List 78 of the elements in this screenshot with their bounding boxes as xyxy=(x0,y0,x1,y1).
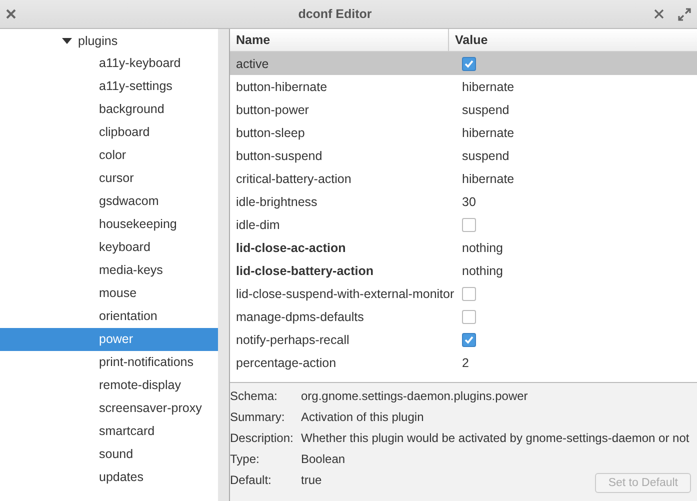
key-name: notify-perhaps-recall xyxy=(235,332,350,346)
key-name: lid-close-ac-action xyxy=(235,240,347,254)
key-value: suspend xyxy=(461,148,510,162)
table-row[interactable]: button-suspend suspend xyxy=(230,144,697,167)
column-header[interactable]: Name xyxy=(230,29,449,51)
key-name: manage-dpms-defaults xyxy=(235,310,365,324)
checkbox[interactable] xyxy=(462,332,476,346)
key-value: hibernate xyxy=(461,126,514,140)
table-row[interactable]: active xyxy=(230,52,697,75)
tree-item[interactable]: a11y-keyboard xyxy=(0,52,218,75)
detail-label: Summary: xyxy=(230,410,286,424)
tree-item[interactable]: plugins xyxy=(78,34,118,48)
tree-item[interactable]: orientation xyxy=(0,305,218,328)
tree-item[interactable]: smartcard xyxy=(0,420,218,443)
detail-value: Whether this plugin would be activated by gnome-settings-daemon or not xyxy=(301,430,690,444)
close-icon[interactable] xyxy=(654,9,664,19)
tree-item[interactable]: media-keys xyxy=(0,259,218,282)
key-name: lid-close-suspend-with-external-monitor xyxy=(235,286,456,300)
tree-item[interactable]: a11y-settings xyxy=(0,75,218,98)
tree-item[interactable]: gsdwacom xyxy=(0,190,218,213)
tree-item[interactable]: clipboard xyxy=(0,121,218,144)
table-row[interactable]: idle-brightness 30 xyxy=(230,190,697,213)
key-value: nothing xyxy=(461,240,504,254)
tree-item[interactable]: screensaver-proxy xyxy=(0,397,218,420)
key-name: button-sleep xyxy=(235,126,306,140)
detail-label: Schema: xyxy=(230,388,278,402)
detail-value: Boolean xyxy=(301,452,346,466)
key-value: suspend xyxy=(461,102,510,116)
tree-item[interactable]: remote-display xyxy=(0,374,218,397)
tree-item[interactable]: mouse xyxy=(0,282,218,305)
checkbox[interactable] xyxy=(462,56,476,70)
table-row[interactable]: manage-dpms-defaults xyxy=(230,305,697,328)
key-name: button-hibernate xyxy=(235,80,328,94)
tree-item[interactable]: sound xyxy=(0,443,218,466)
key-name: idle-brightness xyxy=(235,194,318,208)
key-name: active xyxy=(235,56,270,70)
tree-item[interactable]: housekeeping xyxy=(0,213,218,236)
maximize-icon[interactable] xyxy=(678,8,691,20)
detail-label: Type: xyxy=(230,452,260,466)
tree-item[interactable]: keyboard xyxy=(0,236,218,259)
detail-value: true xyxy=(301,472,322,486)
table-row[interactable]: notify-perhaps-recall xyxy=(230,328,697,351)
key-value: hibernate xyxy=(461,80,514,94)
checkbox[interactable] xyxy=(462,310,476,324)
key-name: button-power xyxy=(235,102,310,116)
detail-value: org.gnome.settings-daemon.plugins.power xyxy=(301,388,528,402)
close-icon[interactable] xyxy=(6,9,16,19)
tree-item[interactable]: cursor xyxy=(0,167,218,190)
tree-item[interactable]: print-notifications xyxy=(0,351,218,374)
key-name: idle-dim xyxy=(235,218,281,232)
checkbox[interactable] xyxy=(462,286,476,300)
table-row[interactable]: lid-close-suspend-with-external-monitor xyxy=(230,282,697,305)
key-name: critical-battery-action xyxy=(235,172,352,186)
key-name: percentage-action xyxy=(235,356,338,370)
key-name: lid-close-battery-action xyxy=(235,264,375,278)
detail-label: Default: xyxy=(230,472,272,486)
key-value: hibernate xyxy=(461,172,514,186)
key-value: nothing xyxy=(461,264,504,278)
key-value: 30 xyxy=(461,194,476,208)
detail-value: Activation of this plugin xyxy=(301,410,424,424)
table-row[interactable]: critical-battery-action hibernate xyxy=(230,167,697,190)
key-value: 2 xyxy=(461,356,469,370)
table-row[interactable]: lid-close-battery-action nothing xyxy=(230,259,697,282)
tree-item[interactable]: updates xyxy=(0,466,218,489)
tree-item[interactable]: background xyxy=(0,98,218,121)
table-row[interactable]: idle-dim xyxy=(230,213,697,236)
table-row[interactable]: button-hibernate hibernate xyxy=(230,75,697,98)
table-row[interactable]: button-sleep hibernate xyxy=(230,121,697,144)
tree-item[interactable]: color xyxy=(0,144,218,167)
window-title: dconf Editor xyxy=(297,7,373,21)
detail-label: Description: xyxy=(230,430,294,444)
table-row[interactable]: button-power suspend xyxy=(230,98,697,121)
checkbox[interactable] xyxy=(462,218,476,232)
column-header[interactable]: Value xyxy=(449,29,488,51)
key-name: button-suspend xyxy=(235,148,324,162)
table-row[interactable]: lid-close-ac-action nothing xyxy=(230,236,697,259)
expander-icon[interactable] xyxy=(62,38,72,44)
table-row[interactable]: percentage-action 2 xyxy=(230,351,697,374)
